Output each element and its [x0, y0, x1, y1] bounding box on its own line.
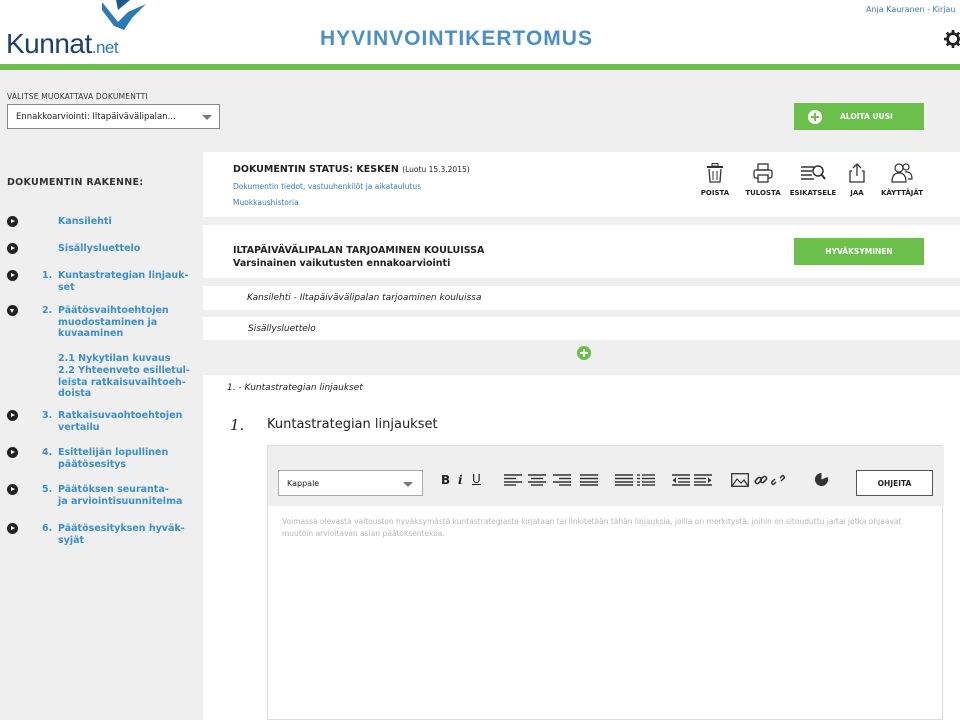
arrow-right-icon: [7, 216, 18, 227]
doc-select-label: VALITSE MUOKATTAVA DOKUMENTTI: [7, 92, 148, 101]
sidebar-item-label: Kuntastrategian linjauk- set: [58, 270, 189, 293]
users-button[interactable]: KÄYTTÄJÄT: [877, 163, 927, 197]
editor-text-area[interactable]: Voimassa olevasta valtouston hyväksymäst…: [282, 516, 932, 540]
share-button[interactable]: JAA: [845, 163, 869, 197]
outdent-icon[interactable]: [672, 474, 690, 486]
chart-pie-icon[interactable]: [814, 472, 829, 487]
image-icon[interactable]: [731, 473, 749, 487]
arrow-down-icon: [7, 305, 18, 316]
header-accent-bar: [0, 64, 960, 70]
numbered-list-icon[interactable]: [637, 474, 655, 486]
main-content: DOKUMENTIN STATUS: KESKEN (Luotu 15.3.20…: [203, 152, 960, 720]
sidebar-item-label: Sisällysluettelo: [58, 243, 141, 254]
sidebar-item-number: 2.: [42, 305, 53, 316]
breadcrumb: 1. - Kuntastrategian linjaukset: [227, 383, 363, 393]
print-button[interactable]: TULOSTA: [743, 163, 783, 197]
arrow-right-icon: [7, 270, 18, 281]
sidebar-item-label: Päätösvaihtoehtojen muodostaminen ja kuv…: [58, 305, 169, 339]
share-icon: [849, 163, 865, 183]
sidebar-item-number: 1.: [42, 270, 53, 281]
unlink-icon[interactable]: [771, 473, 785, 487]
arrow-right-icon: [7, 523, 18, 534]
sidebar-item-label: Kansilehti: [58, 216, 112, 227]
add-section-icon[interactable]: [577, 346, 591, 360]
toc-row[interactable]: Sisällysluettelo: [203, 317, 960, 340]
help-button[interactable]: OHJEITA: [856, 470, 933, 496]
plus-circle-icon: [808, 109, 822, 124]
section-subtitle: Varsinainen vaikutusten ennakoarviointi: [233, 258, 451, 269]
sidebar-item-label: Päätöksen seuranta- ja arviointisuunnite…: [58, 484, 183, 507]
chevron-down-icon: [202, 115, 212, 120]
rich-text-editor: Kappale B i U OHJEITA Voimassa olevasta …: [267, 445, 944, 720]
align-right-icon[interactable]: [553, 474, 571, 486]
arrow-right-icon: [7, 243, 18, 254]
preview-button[interactable]: ESIKATSELE: [788, 163, 838, 197]
bold-button[interactable]: B: [441, 473, 450, 487]
approve-button[interactable]: HYVÄKSYMINEN: [794, 238, 924, 265]
paragraph-style-value: Kappale: [287, 479, 320, 488]
link-icon[interactable]: [754, 473, 768, 487]
chapter-content: 1. - Kuntastrategian linjaukset 1. Kunta…: [203, 375, 960, 720]
user-name-link[interactable]: Anja Kauranen - Kirjau: [866, 5, 955, 14]
align-justify-icon[interactable]: [580, 474, 598, 486]
arrow-right-icon: [7, 447, 18, 458]
underline-button[interactable]: U: [472, 472, 481, 486]
align-left-icon[interactable]: [504, 474, 522, 486]
users-icon: [891, 163, 913, 183]
status-panel: DOKUMENTIN STATUS: KESKEN (Luotu 15.3.20…: [203, 152, 960, 217]
sidebar-item-label: Esittelijän lopullinen päätösesitys: [58, 447, 169, 470]
sidebar-item-number: 5.: [42, 484, 53, 495]
history-link[interactable]: Muokkaushistoria: [233, 198, 299, 207]
sidebar-subitem-2-1[interactable]: 2.1 Nykytilan kuvaus: [58, 353, 203, 365]
start-new-button[interactable]: ALOITA UUSI: [794, 103, 924, 130]
section-title: ILTAPÄIVÄVÄLIPALAN TARJOAMINEN KOULUISSA: [233, 245, 485, 256]
trash-icon: [707, 163, 723, 183]
sidebar-item-number: 4.: [42, 447, 53, 458]
sidebar-item-label: Päätösesityksen hyväk- syjät: [58, 523, 185, 546]
structure-title: DOKUMENTIN RAKENNE:: [7, 177, 144, 188]
italic-button[interactable]: i: [458, 473, 463, 487]
align-center-icon[interactable]: [528, 474, 546, 486]
doc-select-dropdown[interactable]: Ennakkoarviointi: Iltapäivävälipalan...: [7, 104, 220, 129]
delete-button[interactable]: POISTA: [699, 163, 731, 197]
status-date: (Luotu 15.3.2015): [402, 165, 470, 174]
app-header: Kunnat.net HYVINVOINTIKERTOMUS Anja Kaur…: [0, 0, 960, 64]
page-title: HYVINVOINTIKERTOMUS: [320, 27, 593, 50]
sidebar-item-label: Ratkaisuvaohtoehtojen vertailu: [58, 410, 183, 433]
sidebar-item-number: 6.: [42, 523, 53, 534]
toc-label: Sisällysluettelo: [248, 324, 316, 334]
doc-select-value: Ennakkoarviointi: Iltapäivävälipalan...: [16, 112, 176, 122]
chapter-heading: Kuntastrategian linjaukset: [267, 417, 438, 432]
indent-icon[interactable]: [694, 474, 712, 486]
printer-icon: [753, 163, 773, 183]
logo-text: Kunnat.net: [6, 28, 119, 59]
cover-page-row[interactable]: Kansilehti - Iltapäivävälipalan tarjoami…: [203, 286, 960, 310]
sidebar-subitem-2-2[interactable]: 2.2 Yhteenveto esilletul- leista ratkais…: [58, 365, 203, 400]
arrow-right-icon: [7, 410, 18, 421]
preview-icon: [801, 165, 826, 180]
sidebar-item-number: 3.: [42, 410, 53, 421]
status-title: DOKUMENTIN STATUS: KESKEN (Luotu 15.3.20…: [233, 164, 470, 175]
start-new-label: ALOITA UUSI: [840, 112, 893, 121]
chevron-down-icon: [403, 482, 413, 487]
cover-page-label: Kansilehti - Iltapäivävälipalan tarjoami…: [247, 293, 482, 303]
editor-toolbar: Kappale B i U OHJEITA: [268, 446, 944, 506]
arrow-right-icon: [7, 484, 18, 495]
gear-icon[interactable]: [944, 30, 960, 48]
chapter-number: 1.: [230, 416, 245, 434]
bullet-list-icon[interactable]: [615, 474, 633, 486]
paragraph-style-select[interactable]: Kappale: [278, 470, 423, 496]
doc-info-link[interactable]: Dokumentin tiedot, vastuuhenkilöt ja aik…: [233, 182, 421, 191]
